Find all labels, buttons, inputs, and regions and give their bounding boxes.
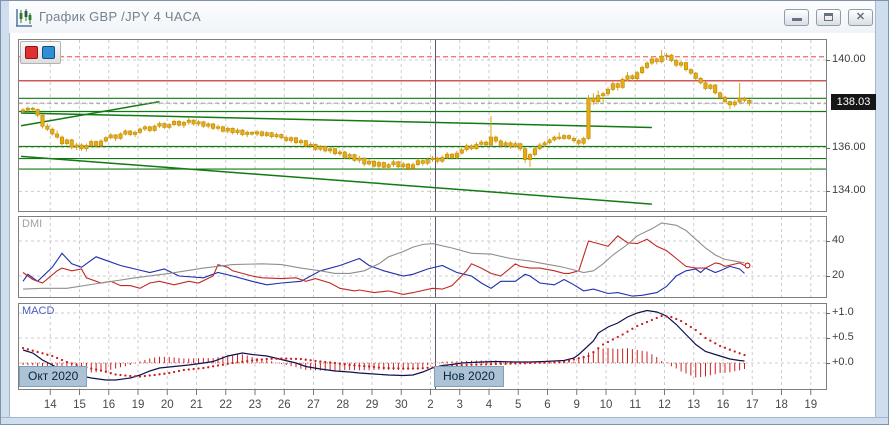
x-axis-label: 3 bbox=[448, 399, 472, 411]
window-frame-left bbox=[1, 1, 10, 425]
x-axis-label: 12 bbox=[653, 399, 677, 411]
x-axis-label: 28 bbox=[331, 399, 355, 411]
dmi-panel[interactable]: DMI bbox=[18, 216, 827, 298]
chart-window: График GBP /JPY 4 ЧАСА ✕ DMI MACD Окт 20… bbox=[0, 0, 889, 425]
blue-square-button[interactable] bbox=[42, 46, 55, 59]
macd-chart[interactable] bbox=[19, 304, 826, 389]
x-axis-label: 13 bbox=[682, 399, 706, 411]
minus_di-end-marker bbox=[745, 263, 750, 268]
x-axis-label: 6 bbox=[536, 399, 560, 411]
x-axis-label: 16 bbox=[711, 399, 735, 411]
x-axis-ticks bbox=[18, 390, 827, 397]
close-icon: ✕ bbox=[849, 10, 872, 25]
macd-panel[interactable]: MACD bbox=[18, 303, 827, 390]
macd-tick-label: +0.0 bbox=[832, 356, 854, 368]
window-frame-right bbox=[875, 1, 889, 425]
signal-line-dots bbox=[22, 315, 746, 378]
price-chart-panel[interactable] bbox=[18, 39, 827, 212]
minus_di-line bbox=[23, 236, 745, 295]
candles bbox=[21, 50, 751, 170]
dmi-label: DMI bbox=[22, 218, 42, 230]
x-axis-label: 21 bbox=[185, 399, 209, 411]
dmi-chart[interactable] bbox=[19, 217, 826, 297]
x-axis-label: 30 bbox=[389, 399, 413, 411]
macd-tick-label: +1.0 bbox=[832, 306, 854, 318]
x-axis-label: 14 bbox=[38, 399, 62, 411]
minimize-button[interactable] bbox=[784, 9, 809, 26]
adx-line bbox=[23, 223, 745, 289]
x-axis-label: 29 bbox=[360, 399, 384, 411]
price-tick-label: 136.00 bbox=[832, 141, 866, 153]
x-axis-label: 19 bbox=[799, 399, 823, 411]
x-axis-label: 17 bbox=[740, 399, 764, 411]
close-button[interactable]: ✕ bbox=[848, 9, 873, 26]
x-axis-label: 15 bbox=[68, 399, 92, 411]
price-tick-label: 140.00 bbox=[832, 53, 866, 65]
chart-toolbar bbox=[20, 41, 61, 64]
x-axis-label: 11 bbox=[623, 399, 647, 411]
month-label-nov: Нов 2020 bbox=[434, 366, 504, 387]
x-axis-label: 16 bbox=[97, 399, 121, 411]
candlestick-chart[interactable] bbox=[19, 40, 826, 211]
current-price-badge: 138.03 bbox=[831, 94, 876, 110]
macd-tick-label: +0.5 bbox=[832, 331, 854, 343]
dmi-tick-label: 40 bbox=[832, 234, 844, 246]
x-axis-label: 2 bbox=[419, 399, 443, 411]
month-label-oct: Окт 2020 bbox=[19, 366, 87, 387]
x-axis-label: 27 bbox=[302, 399, 326, 411]
titlebar[interactable]: График GBP /JPY 4 ЧАСА bbox=[9, 1, 875, 33]
x-axis-label: 9 bbox=[565, 399, 589, 411]
x-axis-label: 20 bbox=[155, 399, 179, 411]
x-axis-label: 5 bbox=[506, 399, 530, 411]
minimize-icon bbox=[792, 18, 802, 21]
window-title: График GBP /JPY 4 ЧАСА bbox=[39, 9, 201, 24]
x-axis-label: 10 bbox=[594, 399, 618, 411]
trend-line bbox=[21, 156, 652, 204]
price-tick-label: 134.00 bbox=[832, 184, 866, 196]
x-axis-label: 23 bbox=[243, 399, 267, 411]
macd-label: MACD bbox=[22, 305, 54, 317]
window-frame-bottom bbox=[1, 417, 889, 425]
x-axis-label: 18 bbox=[770, 399, 794, 411]
x-axis-label: 19 bbox=[126, 399, 150, 411]
x-axis-label: 4 bbox=[477, 399, 501, 411]
restore-button[interactable] bbox=[816, 9, 841, 26]
red-square-button[interactable] bbox=[25, 46, 38, 59]
trend-line bbox=[21, 113, 652, 127]
x-axis-label: 22 bbox=[214, 399, 238, 411]
x-axis-label: 26 bbox=[272, 399, 296, 411]
candlestick-chart-icon bbox=[13, 7, 35, 29]
dmi-tick-label: 20 bbox=[832, 269, 844, 281]
restore-icon bbox=[824, 13, 833, 21]
